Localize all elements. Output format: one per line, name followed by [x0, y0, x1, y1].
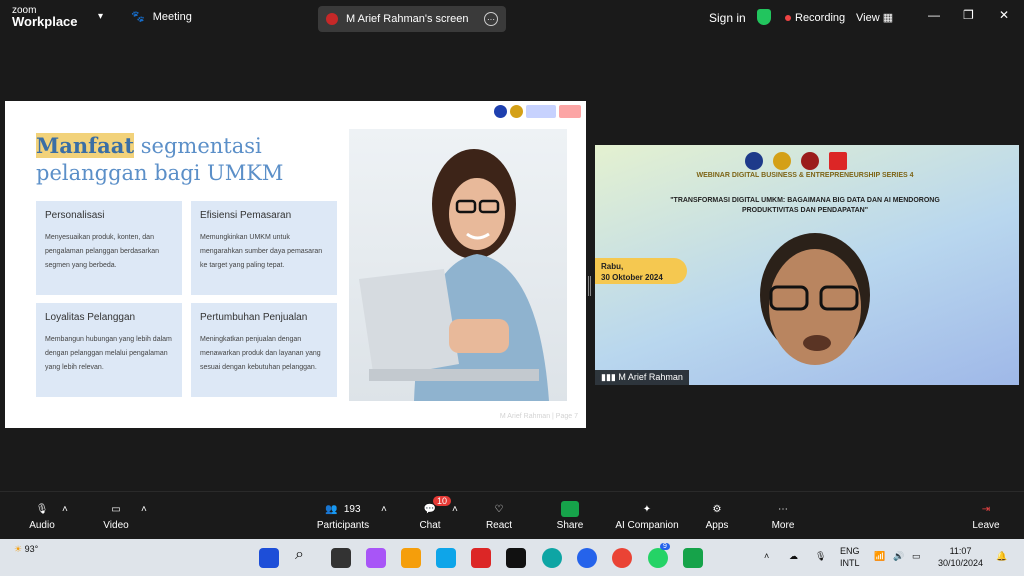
card-loyalitas: Loyalitas Pelanggan Membangun hubungan y…: [36, 303, 182, 397]
record-dot-icon: [785, 15, 791, 21]
slide-title: Manfaat segmentasi pelanggan bagi UMKM: [36, 133, 284, 185]
notification-bell-icon[interactable]: 🔔: [996, 550, 1007, 562]
event-banner: WEBINAR DIGITAL BUSINESS & ENTREPRENEURS…: [696, 172, 914, 179]
weather-widget[interactable]: ☀ 93°: [14, 544, 38, 555]
heart-icon: ♡: [494, 503, 504, 515]
mcafee-icon[interactable]: [471, 548, 491, 568]
close-icon[interactable]: ✕: [999, 8, 1009, 22]
language-indicator[interactable]: ENG INTL: [840, 545, 860, 569]
whatsapp-badge: 9: [660, 543, 670, 550]
leave-button[interactable]: ⇥ Leave: [971, 498, 1001, 532]
video-button[interactable]: ▭ Video: [98, 498, 134, 532]
logo-icon: [510, 105, 523, 118]
speaker-figure: [760, 233, 870, 365]
sun-icon: ☀: [14, 544, 23, 554]
participant-name-label: ▮▮▮ M Arief Rahman: [595, 370, 689, 385]
more-icon: ⋯: [778, 503, 788, 515]
share-button[interactable]: Share: [555, 498, 585, 531]
search-icon[interactable]: ⌕: [295, 546, 315, 566]
card-personalisasi: Personalisasi Menyesuaikan produk, konte…: [36, 201, 182, 295]
card-pertumbuhan: Pertumbuhan Penjualan Meningkatkan penju…: [191, 303, 337, 397]
slide-footer: M Arief Rahman | Page 7: [499, 413, 578, 420]
splitter-handle[interactable]: [588, 276, 591, 296]
logo-icon: [829, 152, 847, 170]
minimize-icon[interactable]: —: [928, 8, 940, 22]
volume-icon[interactable]: 🔊: [893, 550, 904, 562]
shared-screen-slide: Manfaat segmentasi pelanggan bagi UMKM P…: [5, 101, 586, 428]
participants-button[interactable]: 👥 193 Participants: [314, 498, 372, 532]
signal-bars-icon: ▮▮▮: [601, 372, 616, 382]
excel-icon[interactable]: [683, 548, 703, 568]
microphone-muted-icon: 🎙: [35, 503, 49, 515]
participant-video-tile[interactable]: WEBINAR DIGITAL BUSINESS & ENTREPRENEURS…: [595, 145, 1019, 385]
microphone-icon[interactable]: 🎙: [815, 550, 826, 562]
logo-icon: [494, 105, 507, 118]
zoom-icon[interactable]: [577, 548, 597, 568]
leave-icon: ⇥: [981, 503, 991, 515]
sponsor-logos: [494, 105, 581, 118]
cloud-icon[interactable]: ☁: [789, 550, 798, 562]
wifi-icon[interactable]: 📶: [874, 550, 885, 562]
zoom-workplace-logo[interactable]: zoom Workplace: [12, 5, 78, 28]
camera-icon: ▭: [111, 503, 121, 515]
windows-taskbar: ☀ 93° ⌕ 9 ˄ ☁ 🎙 ENG INTL 📶 🔊 ▭ 11:07 30/…: [0, 539, 1024, 576]
whatsapp-icon[interactable]: [648, 548, 668, 568]
copilot-icon[interactable]: [366, 548, 386, 568]
more-button[interactable]: ⋯ More: [769, 498, 797, 532]
sparkle-icon: ✦: [642, 503, 652, 515]
event-date: Rabu, 30 Oktober 2024: [595, 258, 687, 284]
chrome-icon[interactable]: [612, 548, 632, 568]
restore-icon[interactable]: ❐: [963, 8, 974, 22]
chevron-up-icon: ˄: [452, 503, 458, 515]
sign-in-button[interactable]: Sign in: [709, 11, 746, 25]
apps-button[interactable]: ⚙ Apps: [704, 498, 730, 532]
meeting-info-button[interactable]: 🐾 Meeting: [131, 10, 192, 24]
presenter-avatar: [326, 13, 338, 25]
card-efisiensi: Efisiensi Pemasaran Memungkinkan UMKM un…: [191, 201, 337, 295]
chat-options-chevron[interactable]: ˄: [452, 498, 458, 520]
logo-icon: [526, 105, 556, 118]
chevron-down-icon[interactable]: ▾: [98, 11, 103, 22]
paw-icon: 🐾: [131, 11, 145, 23]
zoom-title-bar: zoom Workplace ▾ 🐾 Meeting M Arief Rahma…: [0, 0, 1024, 36]
logo-icon: [745, 152, 763, 170]
battery-icon[interactable]: ▭: [912, 550, 921, 562]
recording-indicator[interactable]: Recording: [785, 12, 845, 24]
chevron-up-icon[interactable]: ˄: [764, 550, 769, 562]
dropbox-icon[interactable]: [506, 548, 526, 568]
view-grid-icon: ▦: [882, 12, 894, 24]
chevron-up-icon: ˄: [62, 503, 68, 515]
shield-check-icon[interactable]: [757, 9, 771, 25]
start-icon[interactable]: [259, 548, 279, 568]
logo-icon: [801, 152, 819, 170]
task-view-icon[interactable]: [331, 548, 351, 568]
apps-icon: ⚙: [712, 503, 722, 515]
meeting-controls: 🎙 Audio ˄ ▭ Video ˄ 👥 193 Participants ˄…: [0, 491, 1024, 539]
event-logos: [745, 152, 847, 170]
file-explorer-icon[interactable]: [401, 548, 421, 568]
video-options-chevron[interactable]: ˄: [141, 498, 147, 520]
ai-companion-button[interactable]: ✦ AI Companion: [614, 498, 680, 532]
logo-icon: [559, 105, 581, 118]
more-options-icon[interactable]: ···: [484, 12, 498, 26]
chevron-up-icon: ˄: [381, 503, 387, 515]
participants-icon: 👥 193: [325, 503, 361, 515]
audio-options-chevron[interactable]: ˄: [62, 498, 68, 520]
share-screen-icon: [561, 501, 579, 517]
logo-icon: [773, 152, 791, 170]
edge-icon[interactable]: [542, 548, 562, 568]
chat-unread-badge: 10: [433, 496, 452, 506]
chevron-up-icon: ˄: [141, 503, 147, 515]
woman-laptop-illustration: [359, 149, 549, 401]
participants-options-chevron[interactable]: ˄: [381, 498, 387, 520]
view-button[interactable]: View ▦: [856, 11, 893, 24]
screen-share-indicator[interactable]: M Arief Rahman's screen ···: [318, 6, 506, 32]
event-title: "TRANSFORMASI DIGITAL UMKM: BAGAIMANA BI…: [670, 197, 940, 214]
woman-laptop-photo: [349, 129, 567, 401]
clock[interactable]: 11:07 30/10/2024: [938, 545, 983, 569]
store-icon[interactable]: [436, 548, 456, 568]
audio-button[interactable]: 🎙 Audio: [24, 498, 60, 532]
react-button[interactable]: ♡ React: [484, 498, 514, 532]
